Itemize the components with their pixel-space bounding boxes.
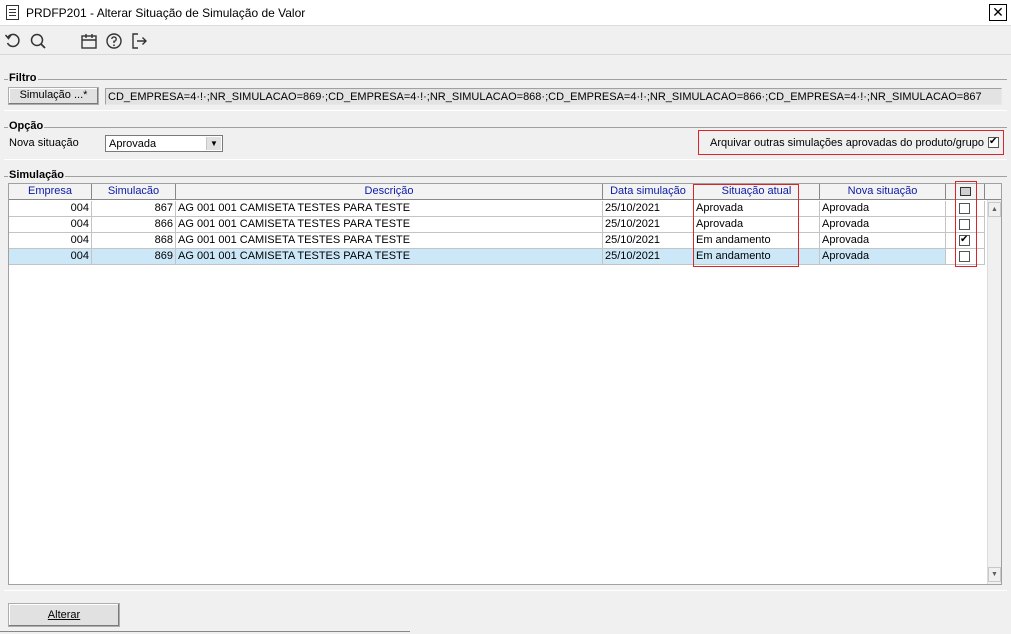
cell-nova-situacao: Aprovada <box>820 249 946 265</box>
cell-empresa: 004 <box>9 201 92 217</box>
cell-simulacao: 867 <box>92 201 176 217</box>
column-header-simulacao[interactable]: Simulacão <box>92 184 176 200</box>
cell-descricao: AG 001 001 CAMISETA TESTES PARA TESTE <box>176 217 603 233</box>
simulacao-filter-button[interactable]: Simulação ...* <box>8 87 99 105</box>
filter-expression-field[interactable]: CD_EMPRESA=4·!·;NR_SIMULACAO=869·;CD_EMP… <box>105 88 1002 105</box>
opcao-label: Opção <box>8 120 45 132</box>
cell-simulacao: 869 <box>92 249 176 265</box>
vertical-scrollbar[interactable]: ▲ ▼ <box>987 200 1001 584</box>
column-header-empresa[interactable]: Empresa <box>9 184 92 200</box>
cell-nova-situacao: Aprovada <box>820 201 946 217</box>
column-header-data-simulacao[interactable]: Data simulação <box>603 184 694 200</box>
cell-simulacao: 868 <box>92 233 176 249</box>
nova-situacao-value: Aprovada <box>109 138 157 150</box>
checkbox-column-highlight <box>955 181 977 267</box>
simulacao-label: Simulação <box>8 169 66 181</box>
cell-data: 25/10/2021 <box>603 233 694 249</box>
arquivar-label: Arquivar outras simulações aprovadas do … <box>710 137 984 149</box>
nova-situacao-select[interactable]: Aprovada ▼ <box>105 135 223 152</box>
cell-empresa: 004 <box>9 233 92 249</box>
table-row[interactable]: 004 866 AG 001 001 CAMISETA TESTES PARA … <box>9 217 985 233</box>
title-bar: PRDFP201 - Alterar Situação de Simulação… <box>0 0 1011 26</box>
table-row[interactable]: 004 868 AG 001 001 CAMISETA TESTES PARA … <box>9 233 985 249</box>
chevron-down-icon[interactable]: ▼ <box>206 137 221 150</box>
app-document-icon <box>6 5 19 20</box>
cell-empresa: 004 <box>9 217 92 233</box>
header-filler <box>985 184 1001 200</box>
cell-simulacao: 866 <box>92 217 176 233</box>
table-row[interactable]: 004 867 AG 001 001 CAMISETA TESTES PARA … <box>9 201 985 217</box>
window-title: PRDFP201 - Alterar Situação de Simulação… <box>26 6 306 20</box>
close-button[interactable]: ✕ <box>989 4 1007 21</box>
simulacao-grid: Empresa Simulacão Descrição Data simulaç… <box>8 181 1002 585</box>
search-icon[interactable] <box>29 32 47 50</box>
cell-data: 25/10/2021 <box>603 249 694 265</box>
arquivar-checkbox[interactable] <box>988 136 999 148</box>
column-header-nova-situacao[interactable]: Nova situação <box>820 184 946 200</box>
table-row-selected[interactable]: 004 869 AG 001 001 CAMISETA TESTES PARA … <box>9 249 985 265</box>
cell-nova-situacao: Aprovada <box>820 233 946 249</box>
cell-data: 25/10/2021 <box>603 217 694 233</box>
help-icon[interactable] <box>105 32 123 50</box>
filtro-label: Filtro <box>8 72 38 84</box>
alterar-label: Alterar <box>47 609 81 621</box>
column-header-descricao[interactable]: Descrição <box>176 184 603 200</box>
cell-nova-situacao: Aprovada <box>820 217 946 233</box>
undo-icon[interactable] <box>4 32 22 50</box>
scroll-down-icon[interactable]: ▼ <box>988 567 1001 582</box>
situacao-atual-highlight <box>693 184 799 267</box>
toolbar <box>0 27 1011 55</box>
scroll-up-icon[interactable]: ▲ <box>988 202 1001 217</box>
cell-descricao: AG 001 001 CAMISETA TESTES PARA TESTE <box>176 249 603 265</box>
cell-descricao: AG 001 001 CAMISETA TESTES PARA TESTE <box>176 201 603 217</box>
alterar-button[interactable]: Alterar <box>8 603 120 627</box>
cell-empresa: 004 <box>9 249 92 265</box>
status-divider <box>0 631 410 632</box>
nova-situacao-label: Nova situação <box>9 137 79 149</box>
cell-data: 25/10/2021 <box>603 201 694 217</box>
calendar-icon[interactable] <box>80 32 98 50</box>
cell-descricao: AG 001 001 CAMISETA TESTES PARA TESTE <box>176 233 603 249</box>
exit-icon[interactable] <box>130 32 148 50</box>
